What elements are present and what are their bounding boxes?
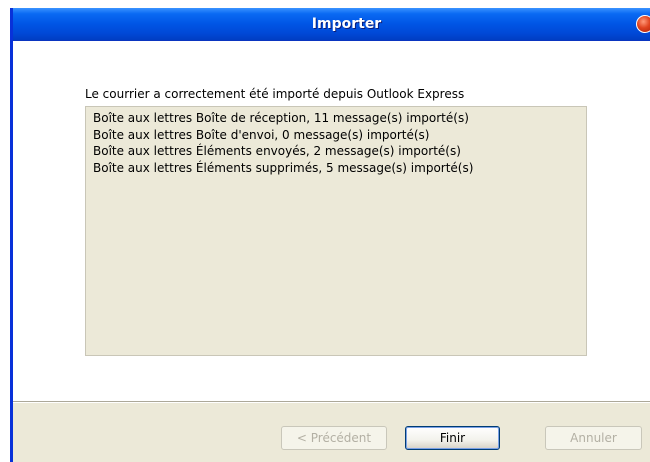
import-status-message: Le courrier a correctement été importé d… [85, 87, 465, 101]
window-title: Importer [311, 16, 382, 32]
button-separator [13, 401, 650, 403]
content-area: Le courrier a correctement été importé d… [13, 41, 650, 401]
cancel-button[interactable]: Annuler [545, 426, 642, 450]
close-icon[interactable] [636, 15, 650, 33]
import-log-list[interactable]: Boîte aux lettres Boîte de réception, 11… [85, 106, 587, 356]
previous-button[interactable]: < Précédent [281, 426, 387, 450]
log-line: Boîte aux lettres Boîte d'envoi, 0 messa… [93, 127, 430, 142]
log-line: Boîte aux lettres Éléments envoyés, 2 me… [93, 144, 461, 158]
log-line: Boîte aux lettres Éléments supprimés, 5 … [93, 160, 474, 175]
log-line: Boîte aux lettres Boîte de réception, 11… [93, 111, 469, 125]
title-bar[interactable]: Importer [13, 8, 650, 41]
finish-button[interactable]: Finir [405, 426, 500, 450]
import-dialog: Importer Le courrier a correctement été … [10, 8, 650, 462]
